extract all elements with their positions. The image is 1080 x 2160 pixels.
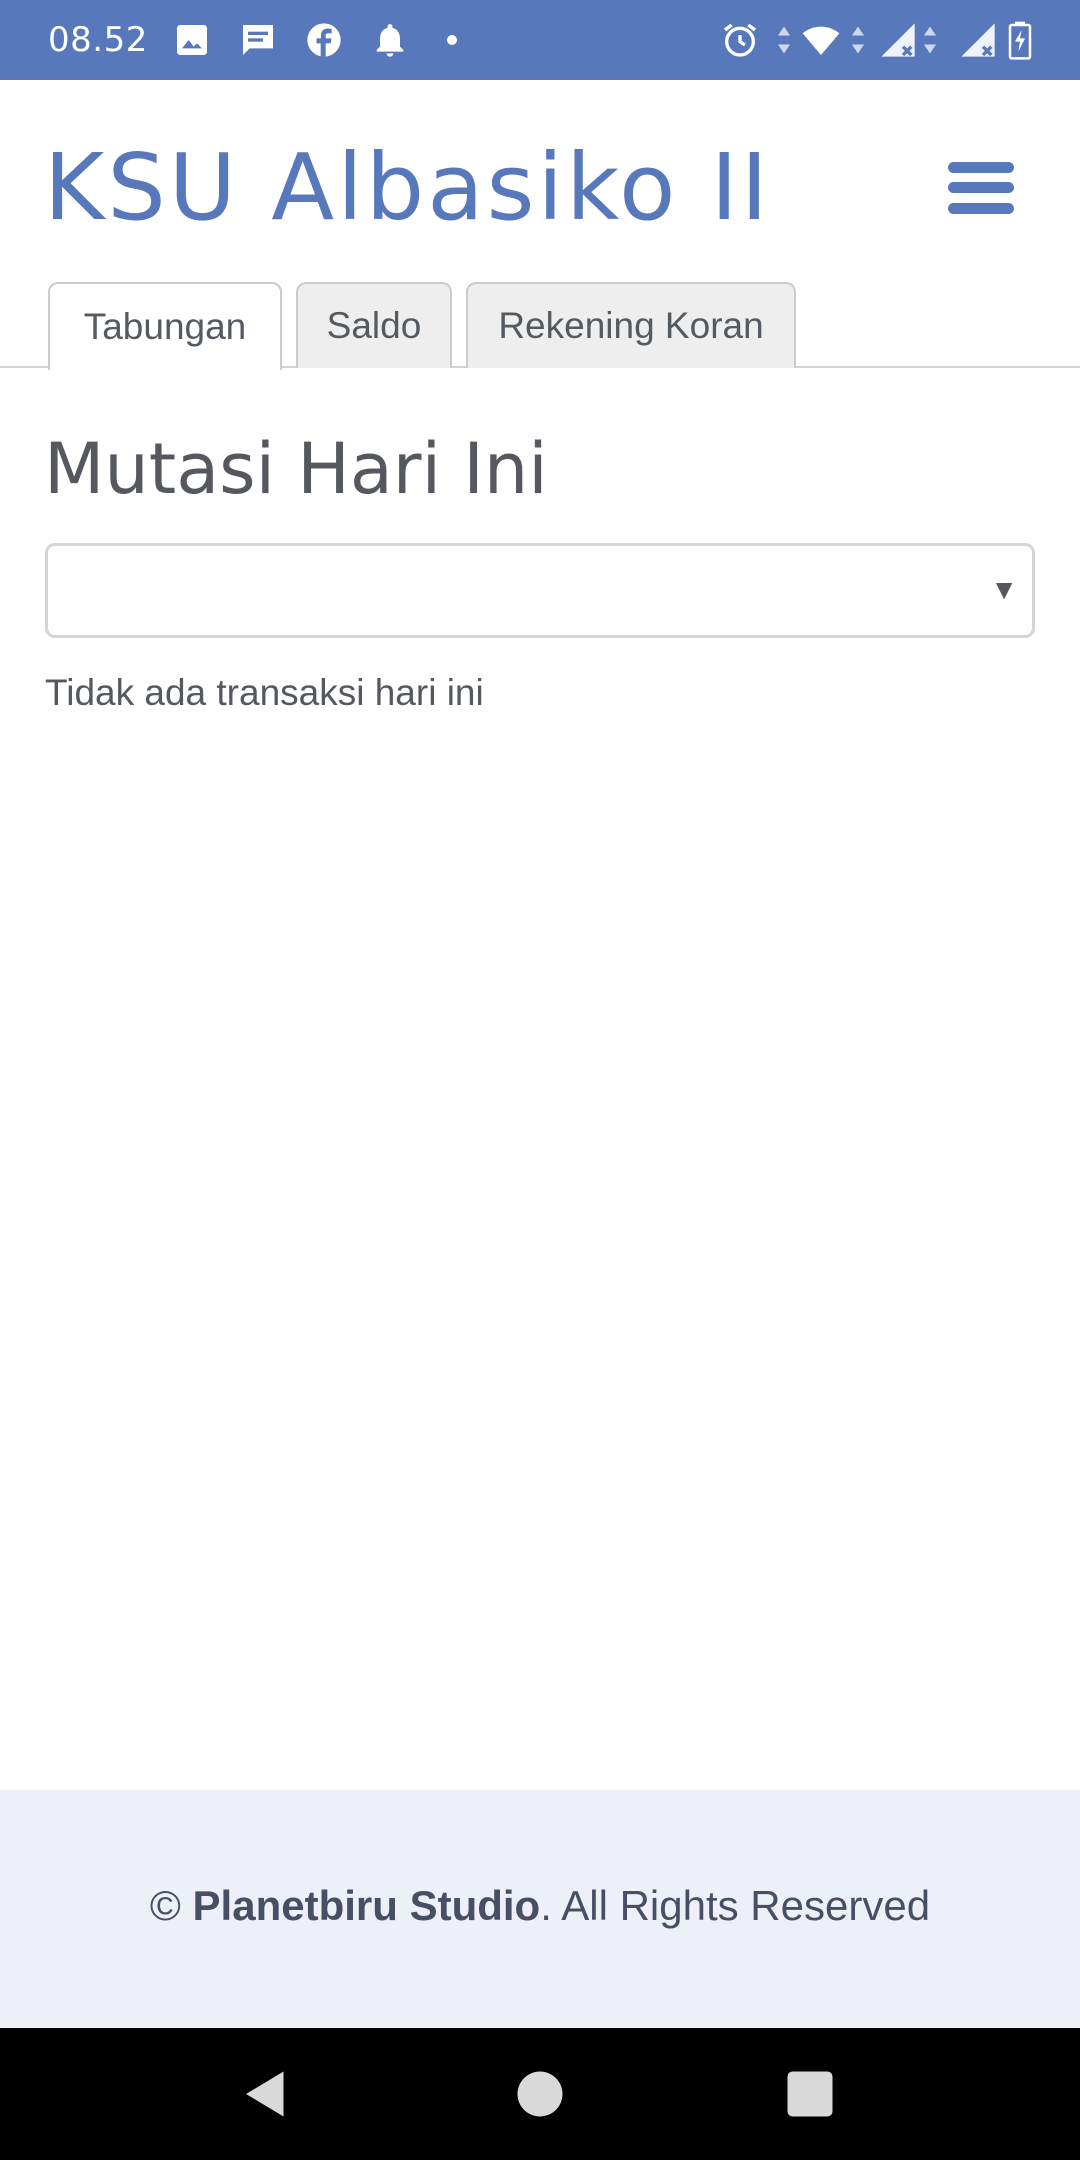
navigation-bar (0, 2028, 1080, 2160)
dot-icon (432, 20, 472, 60)
copyright-symbol: © (149, 1882, 181, 1929)
company-name[interactable]: Planetbiru Studio (193, 1882, 541, 1929)
tab-bar: Tabungan Saldo Rekening Koran (0, 282, 1080, 370)
app-header: KSU Albasiko II (0, 80, 1080, 280)
message-icon (238, 20, 278, 60)
rights-text: . All Rights Reserved (540, 1882, 931, 1929)
facebook-icon (304, 20, 344, 60)
back-icon[interactable] (236, 2064, 296, 2124)
signal-icon (958, 20, 998, 60)
recents-icon[interactable] (780, 2064, 840, 2124)
tab-label: Saldo (326, 305, 422, 346)
wifi-icon (796, 20, 846, 60)
battery-charging-icon (1002, 20, 1038, 60)
tab-label: Rekening Koran (498, 305, 764, 346)
data-arrows-icon (772, 20, 796, 60)
footer: © Planetbiru Studio. All Rights Reserved (0, 1790, 1080, 2028)
empty-message: Tidak ada transaksi hari ini (45, 672, 484, 713)
hamburger-menu-icon[interactable] (948, 160, 1014, 216)
copyright-text: © Planetbiru Studio. All Rights Reserved (0, 1882, 1080, 1930)
page-title: Mutasi Hari Ini (44, 428, 548, 510)
signal-icon (878, 20, 918, 60)
menu-bar-bottom (948, 203, 1014, 214)
app-title[interactable]: KSU Albasiko II (44, 134, 771, 241)
tab-saldo[interactable]: Saldo (296, 282, 452, 368)
account-select[interactable]: ▼ (45, 543, 1035, 638)
menu-bar-middle (948, 182, 1014, 193)
alarm-icon (720, 20, 760, 60)
data-arrows-icon (918, 20, 942, 60)
bell-icon (370, 20, 410, 60)
image-icon (172, 20, 212, 60)
tab-label: Tabungan (83, 306, 247, 347)
chevron-down-icon: ▼ (990, 574, 1018, 605)
status-time: 08.52 (48, 20, 148, 60)
menu-bar-top (948, 162, 1014, 173)
data-arrows-icon (846, 20, 870, 60)
status-bar: 08.52 (0, 0, 1080, 80)
home-icon[interactable] (510, 2064, 570, 2124)
tab-rekening-koran[interactable]: Rekening Koran (466, 282, 796, 368)
tab-tabungan[interactable]: Tabungan (48, 282, 282, 370)
